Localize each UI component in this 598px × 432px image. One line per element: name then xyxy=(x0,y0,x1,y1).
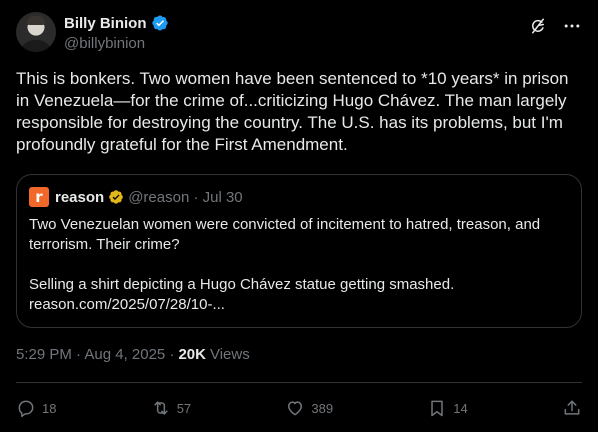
quoted-author-name: reason xyxy=(55,188,105,206)
quoted-tweet[interactable]: r reason @reason · Jul 30 Two Venezuelan… xyxy=(16,174,582,328)
header-actions xyxy=(528,16,582,36)
tweet-header: Billy Binion @billybinion xyxy=(16,12,582,56)
reply-count: 18 xyxy=(42,400,57,416)
quoted-tweet-text: Two Venezuelan women were convicted of i… xyxy=(29,216,541,313)
repost-count: 57 xyxy=(176,400,192,416)
quoted-tweet-header: r reason @reason · Jul 30 xyxy=(29,187,569,207)
avatar[interactable] xyxy=(16,12,56,52)
reason-logo-icon: r xyxy=(29,187,49,207)
divider xyxy=(16,382,582,383)
like-button[interactable]: 389 xyxy=(285,398,333,418)
share-icon xyxy=(564,400,580,415)
bookmark-count: 14 xyxy=(453,400,468,416)
author-names: Billy Binion @billybinion xyxy=(64,14,169,52)
views-count: 20K xyxy=(178,346,206,363)
reply-icon xyxy=(18,400,34,418)
like-count: 389 xyxy=(311,400,334,416)
tweet: Billy Binion @billybinion This is bonker… xyxy=(0,0,598,432)
verified-badge-icon xyxy=(151,15,168,31)
author-display-name[interactable]: Billy Binion xyxy=(64,15,147,32)
heart-icon xyxy=(288,401,303,416)
repost-icon xyxy=(154,401,168,415)
repost-button[interactable]: 57 xyxy=(151,398,191,418)
quoted-tweet-meta: @reason · Jul 30 xyxy=(128,188,243,206)
action-bar: 18 57 389 14 xyxy=(16,396,582,420)
gold-verified-badge-icon xyxy=(109,190,124,204)
tweet-timestamp-row: 5:29 PM · Aug 4, 2025 · 20K Views xyxy=(16,346,250,363)
more-options-icon[interactable] xyxy=(562,16,582,36)
share-button[interactable] xyxy=(562,398,582,418)
views-label: Views xyxy=(209,346,250,363)
bookmark-button[interactable]: 14 xyxy=(427,398,468,418)
tweet-timestamp[interactable]: 5:29 PM · Aug 4, 2025 · xyxy=(16,346,174,363)
tweet-text: This is bonkers. Two women have been sen… xyxy=(16,69,569,154)
grok-icon[interactable] xyxy=(528,16,548,36)
author-handle[interactable]: @billybinion xyxy=(64,35,169,52)
bookmark-icon xyxy=(431,400,444,417)
reply-button[interactable]: 18 xyxy=(16,398,56,418)
